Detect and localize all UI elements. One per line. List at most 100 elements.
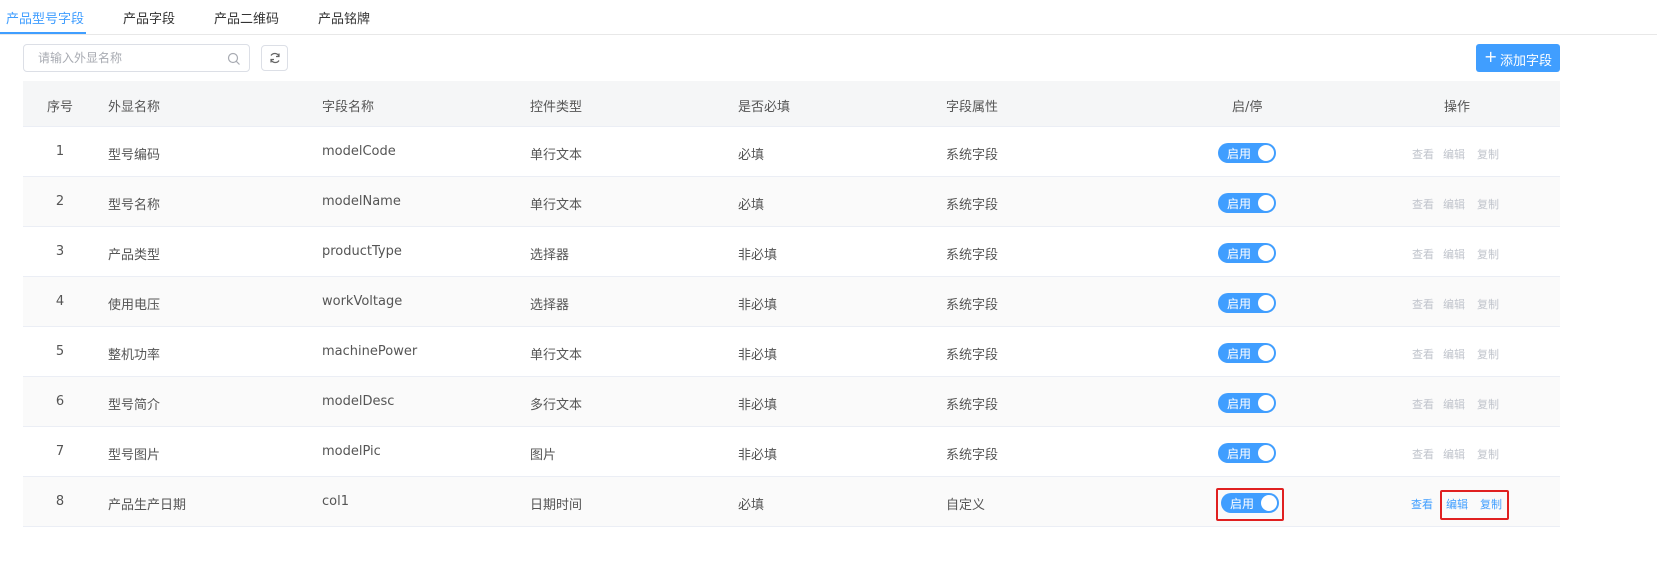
- table-row: 4 使用电压 workVoltage 选择器 非必填 系统字段 启用 查看 编辑 复制: [23, 277, 1560, 327]
- table-row: 8 产品生产日期 col1 日期时间 必填 自定义 启用 查看 编辑 复制: [23, 477, 1560, 527]
- header-index: 序号: [47, 100, 74, 115]
- status-toggle-label: 启用: [1227, 247, 1252, 261]
- status-toggle[interactable]: 启用: [1221, 493, 1279, 513]
- edit-button[interactable]: 编辑: [1443, 446, 1465, 462]
- copy-button[interactable]: 复制: [1480, 496, 1502, 512]
- table-row: 5 整机功率 machinePower 单行文本 非必填 系统字段 启用 查看 编辑 复制: [23, 327, 1560, 377]
- cell-index: 3: [55, 244, 65, 259]
- view-button[interactable]: 查看: [1411, 496, 1433, 512]
- cell-control-type: 选择器: [530, 298, 570, 313]
- tab-product-model-fields[interactable]: 产品型号字段: [6, 8, 84, 27]
- toggle-knob: [1258, 245, 1274, 261]
- status-toggle[interactable]: 启用: [1218, 193, 1276, 213]
- cell-control-type: 选择器: [530, 248, 570, 263]
- edit-button[interactable]: 编辑: [1443, 396, 1465, 412]
- view-button[interactable]: 查看: [1412, 446, 1434, 462]
- status-toggle-label: 启用: [1230, 497, 1255, 511]
- edit-button[interactable]: 编辑: [1443, 196, 1465, 212]
- header-field-name: 字段名称: [322, 100, 375, 115]
- cell-required: 非必填: [738, 248, 778, 263]
- table-body: 1 型号编码 modelCode 单行文本 必填 系统字段 启用 查看 编辑 复制 2 型号名称 mod…: [23, 127, 1560, 527]
- cell-field-name: modelCode: [322, 144, 396, 159]
- toggle-knob: [1258, 345, 1274, 361]
- header-status: 启/停: [1232, 100, 1263, 115]
- copy-button[interactable]: 复制: [1477, 446, 1499, 462]
- status-toggle[interactable]: 启用: [1218, 343, 1276, 363]
- view-button[interactable]: 查看: [1412, 246, 1434, 262]
- cell-display-name: 型号编码: [108, 148, 161, 163]
- cell-required: 必填: [738, 198, 765, 213]
- cell-display-name: 使用电压: [108, 298, 161, 313]
- active-tab-indicator: [0, 32, 86, 34]
- table-row: 2 型号名称 modelName 单行文本 必填 系统字段 启用 查看 编辑 复制: [23, 177, 1560, 227]
- cell-display-name: 整机功率: [108, 348, 161, 363]
- status-toggle[interactable]: 启用: [1218, 393, 1276, 413]
- status-toggle-label: 启用: [1227, 197, 1252, 211]
- add-field-label: 添加字段: [1500, 54, 1553, 69]
- cell-attribute: 系统字段: [946, 348, 999, 363]
- status-toggle[interactable]: 启用: [1218, 143, 1276, 163]
- edit-button[interactable]: 编辑: [1443, 246, 1465, 262]
- status-toggle-label: 启用: [1227, 397, 1252, 411]
- cell-attribute: 系统字段: [946, 148, 999, 163]
- edit-button[interactable]: 编辑: [1443, 146, 1465, 162]
- copy-button[interactable]: 复制: [1477, 346, 1499, 362]
- cell-field-name: col1: [322, 494, 349, 509]
- cell-index: 5: [55, 344, 65, 359]
- cell-control-type: 日期时间: [530, 498, 583, 513]
- status-toggle-label: 启用: [1227, 147, 1252, 161]
- search-box: [23, 44, 250, 72]
- copy-button[interactable]: 复制: [1477, 146, 1499, 162]
- cell-required: 必填: [738, 498, 765, 513]
- status-toggle-label: 启用: [1227, 347, 1252, 361]
- cell-control-type: 图片: [530, 448, 557, 463]
- view-button[interactable]: 查看: [1412, 296, 1434, 312]
- cell-field-name: productType: [322, 244, 402, 259]
- status-toggle[interactable]: 启用: [1218, 443, 1276, 463]
- refresh-button[interactable]: [261, 45, 288, 71]
- toggle-knob: [1258, 145, 1274, 161]
- toggle-knob: [1261, 495, 1277, 511]
- tab-product-qrcode[interactable]: 产品二维码: [214, 8, 279, 27]
- fields-table: 序号 外显名称 字段名称 控件类型 是否必填 字段属性 启/停 操作 1 型号编码…: [23, 81, 1560, 527]
- status-toggle[interactable]: 启用: [1218, 293, 1276, 313]
- cell-field-name: machinePower: [322, 344, 418, 359]
- edit-button[interactable]: 编辑: [1443, 296, 1465, 312]
- tab-product-fields[interactable]: 产品字段: [123, 8, 175, 27]
- table-header: 序号 外显名称 字段名称 控件类型 是否必填 字段属性 启/停 操作: [23, 81, 1560, 127]
- cell-display-name: 型号图片: [108, 448, 161, 463]
- copy-button[interactable]: 复制: [1477, 196, 1499, 212]
- copy-button[interactable]: 复制: [1477, 246, 1499, 262]
- cell-index: 8: [55, 494, 65, 509]
- table-row: 6 型号简介 modelDesc 多行文本 非必填 系统字段 启用 查看 编辑 复制: [23, 377, 1560, 427]
- cell-attribute: 自定义: [946, 498, 986, 513]
- cell-required: 非必填: [738, 398, 778, 413]
- cell-index: 4: [55, 294, 65, 309]
- copy-button[interactable]: 复制: [1477, 296, 1499, 312]
- view-button[interactable]: 查看: [1412, 146, 1434, 162]
- copy-button[interactable]: 复制: [1477, 396, 1499, 412]
- edit-button[interactable]: 编辑: [1446, 496, 1468, 512]
- status-toggle[interactable]: 启用: [1218, 243, 1276, 263]
- tab-product-nameplate[interactable]: 产品铭牌: [318, 8, 370, 27]
- cell-index: 7: [55, 444, 65, 459]
- toggle-knob: [1258, 195, 1274, 211]
- view-button[interactable]: 查看: [1412, 196, 1434, 212]
- status-toggle-label: 启用: [1227, 297, 1252, 311]
- cell-display-name: 产品类型: [108, 248, 161, 263]
- search-icon[interactable]: [227, 51, 241, 65]
- header-required: 是否必填: [738, 100, 791, 115]
- edit-button[interactable]: 编辑: [1443, 346, 1465, 362]
- header-attribute: 字段属性: [946, 100, 999, 115]
- view-button[interactable]: 查看: [1412, 396, 1434, 412]
- table-row: 3 产品类型 productType 选择器 非必填 系统字段 启用 查看 编辑 复制: [23, 227, 1560, 277]
- view-button[interactable]: 查看: [1412, 346, 1434, 362]
- table-row: 1 型号编码 modelCode 单行文本 必填 系统字段 启用 查看 编辑 复制: [23, 127, 1560, 177]
- search-input[interactable]: [24, 45, 219, 71]
- header-display-name: 外显名称: [108, 100, 161, 115]
- cell-field-name: modelName: [322, 194, 401, 209]
- cell-index: 1: [55, 144, 65, 159]
- cell-display-name: 型号名称: [108, 198, 161, 213]
- add-field-button[interactable]: + 添加字段: [1476, 44, 1560, 72]
- header-actions: 操作: [1444, 100, 1471, 115]
